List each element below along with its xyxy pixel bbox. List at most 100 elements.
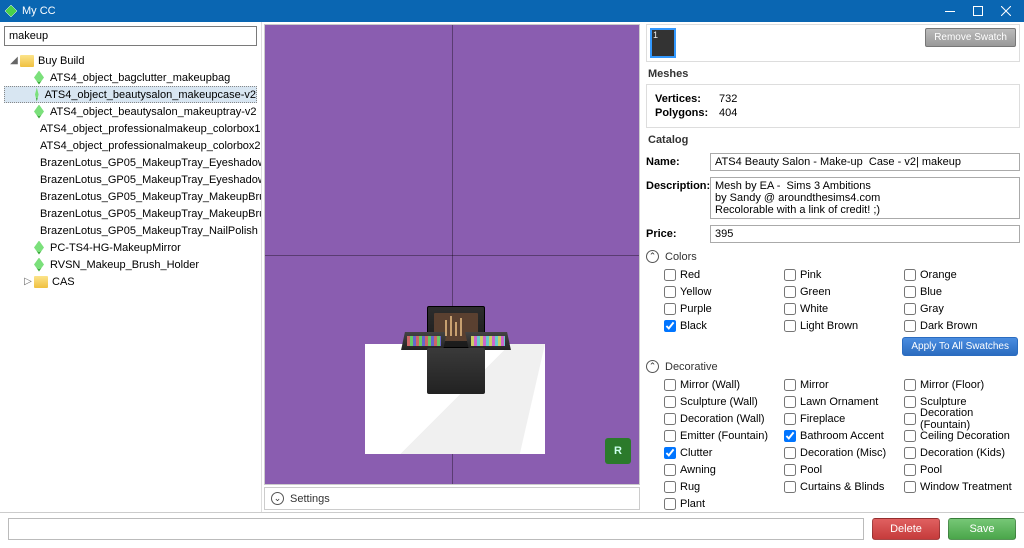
checkbox-option[interactable]: Pool (784, 462, 900, 477)
checkbox[interactable] (904, 413, 916, 425)
checkbox[interactable] (784, 320, 796, 332)
checkbox-option[interactable]: Lawn Ornament (784, 394, 900, 409)
swatch-thumbnail[interactable]: 1 (650, 28, 676, 58)
price-input[interactable] (710, 225, 1020, 243)
checkbox-option[interactable]: Yellow (664, 284, 780, 299)
checkbox-option[interactable]: Curtains & Blinds (784, 479, 900, 494)
tree-item[interactable]: ATS4_object_professionalmakeup_colorbox1 (4, 120, 257, 137)
checkbox[interactable] (904, 430, 916, 442)
checkbox[interactable] (904, 303, 916, 315)
tree-item[interactable]: BrazenLotus_GP05_MakeupTray_MakeupBrushC… (4, 188, 257, 205)
status-input[interactable] (8, 518, 864, 540)
checkbox-option[interactable]: Awning (664, 462, 780, 477)
delete-button[interactable]: Delete (872, 518, 940, 540)
checkbox-option[interactable]: Mirror (Floor) (904, 377, 1020, 392)
checkbox[interactable] (784, 303, 796, 315)
checkbox-option[interactable]: Mirror (784, 377, 900, 392)
checkbox-option[interactable]: Orange (904, 267, 1020, 282)
tree-item[interactable]: ATS4_object_beautysalon_makeupcase-v2 (4, 86, 257, 103)
checkbox-option[interactable]: Window Treatment (904, 479, 1020, 494)
checkbox[interactable] (784, 464, 796, 476)
description-input[interactable] (710, 177, 1020, 219)
checkbox[interactable] (904, 396, 916, 408)
checkbox-option[interactable]: Decoration (Wall) (664, 411, 780, 426)
checkbox[interactable] (664, 430, 676, 442)
checkbox-option[interactable]: Dark Brown (904, 318, 1020, 333)
checkbox[interactable] (664, 413, 676, 425)
checkbox[interactable] (904, 464, 916, 476)
checkbox-option[interactable]: Plant (664, 496, 780, 511)
colors-header[interactable]: ⌃Colors (646, 250, 1020, 263)
checkbox[interactable] (784, 269, 796, 281)
caret-right-icon[interactable]: ▷ (22, 276, 34, 287)
checkbox-option[interactable]: Blue (904, 284, 1020, 299)
tree-item[interactable]: BrazenLotus_GP05_MakeupTray_MakeupBrushe… (4, 205, 257, 222)
preview-viewport[interactable]: R (264, 24, 640, 485)
checkbox-option[interactable]: Light Brown (784, 318, 900, 333)
checkbox-option[interactable]: Emitter (Fountain) (664, 428, 780, 443)
checkbox-option[interactable]: Green (784, 284, 900, 299)
checkbox-option[interactable]: Fireplace (784, 411, 900, 426)
checkbox[interactable] (664, 447, 676, 459)
checkbox[interactable] (664, 286, 676, 298)
checkbox[interactable] (784, 413, 796, 425)
tree-item[interactable]: BrazenLotus_GP05_MakeupTray_NailPolish (4, 222, 257, 239)
item-tree[interactable]: ◢ Buy Build ATS4_object_bagclutter_makeu… (0, 50, 261, 512)
checkbox-option[interactable]: Decoration (Kids) (904, 445, 1020, 460)
checkbox[interactable] (784, 396, 796, 408)
checkbox-option[interactable]: Ceiling Decoration (904, 428, 1020, 443)
tree-item[interactable]: PC-TS4-HG-MakeupMirror (4, 239, 257, 256)
checkbox-option[interactable]: White (784, 301, 900, 316)
checkbox-option[interactable]: Clutter (664, 445, 780, 460)
checkbox-option[interactable]: Red (664, 267, 780, 282)
checkbox-option[interactable]: Decoration (Fountain) (904, 411, 1020, 426)
checkbox[interactable] (904, 320, 916, 332)
name-input[interactable] (710, 153, 1020, 171)
tree-item[interactable]: RVSN_Makeup_Brush_Holder (4, 256, 257, 273)
minimize-button[interactable] (936, 0, 964, 22)
tree-item[interactable]: BrazenLotus_GP05_MakeupTray_EyeshadowPal… (4, 154, 257, 171)
checkbox[interactable] (664, 303, 676, 315)
checkbox[interactable] (784, 430, 796, 442)
tree-root-cas[interactable]: ▷ CAS (4, 273, 257, 290)
checkbox[interactable] (784, 379, 796, 391)
apply-colors-button[interactable]: Apply To All Swatches (902, 337, 1018, 356)
checkbox[interactable] (904, 447, 916, 459)
checkbox-option[interactable]: Purple (664, 301, 780, 316)
checkbox[interactable] (664, 498, 676, 510)
decorative-header[interactable]: ⌃Decorative (646, 360, 1020, 373)
caret-down-icon[interactable]: ◢ (8, 55, 20, 66)
checkbox[interactable] (784, 447, 796, 459)
checkbox[interactable] (664, 464, 676, 476)
maximize-button[interactable] (964, 0, 992, 22)
checkbox-option[interactable]: Pink (784, 267, 900, 282)
checkbox-option[interactable]: Decoration (Misc) (784, 445, 900, 460)
tree-item[interactable]: ATS4_object_professionalmakeup_colorbox2 (4, 137, 257, 154)
save-button[interactable]: Save (948, 518, 1016, 540)
close-button[interactable] (992, 0, 1020, 22)
tree-item[interactable]: ATS4_object_bagclutter_makeupbag (4, 69, 257, 86)
checkbox[interactable] (664, 396, 676, 408)
checkbox-option[interactable]: Rug (664, 479, 780, 494)
checkbox-option[interactable]: Sculpture (Wall) (664, 394, 780, 409)
checkbox-option[interactable]: Black (664, 318, 780, 333)
tree-item[interactable]: ATS4_object_beautysalon_makeuptray-v2 (4, 103, 257, 120)
checkbox-option[interactable]: Mirror (Wall) (664, 377, 780, 392)
tree-root-buybuild[interactable]: ◢ Buy Build (4, 52, 257, 69)
checkbox-option[interactable]: Pool (904, 462, 1020, 477)
checkbox[interactable] (664, 269, 676, 281)
search-input[interactable] (4, 26, 257, 46)
checkbox[interactable] (904, 269, 916, 281)
checkbox[interactable] (904, 481, 916, 493)
checkbox[interactable] (664, 481, 676, 493)
checkbox[interactable] (664, 379, 676, 391)
checkbox[interactable] (904, 286, 916, 298)
checkbox[interactable] (784, 481, 796, 493)
checkbox-option[interactable]: Bathroom Accent (784, 428, 900, 443)
checkbox-option[interactable]: Gray (904, 301, 1020, 316)
checkbox[interactable] (784, 286, 796, 298)
checkbox[interactable] (904, 379, 916, 391)
remove-swatch-button[interactable]: Remove Swatch (925, 28, 1016, 47)
tree-item[interactable]: BrazenLotus_GP05_MakeupTray_Eyeshadows (4, 171, 257, 188)
settings-expander[interactable]: ⌄ Settings (264, 487, 640, 510)
